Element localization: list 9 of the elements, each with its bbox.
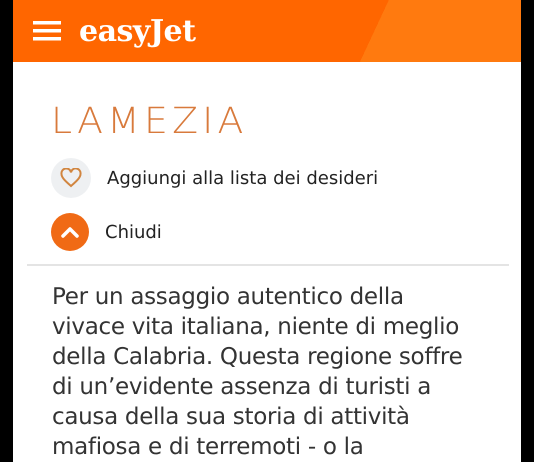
wishlist-link[interactable]: Aggiungi alla lista dei desideri (107, 168, 378, 188)
collapse-button[interactable] (51, 213, 89, 251)
description-paragraph: Per un assaggio autentico della vivace vita italiana, niente di meglio della Calabria. Questa regione soffre di un’evidente assenza di turisti a causa della sua storia di attività mafiosa e di terremoti - o la (52, 283, 464, 462)
collapse-link[interactable]: Chiudi (105, 222, 162, 242)
destination-title: LAMEZIA (51, 100, 248, 144)
wishlist-button[interactable] (51, 158, 91, 198)
chevron-icon (61, 226, 79, 238)
heart-icon (60, 168, 82, 188)
menu-icon[interactable] (33, 20, 61, 42)
